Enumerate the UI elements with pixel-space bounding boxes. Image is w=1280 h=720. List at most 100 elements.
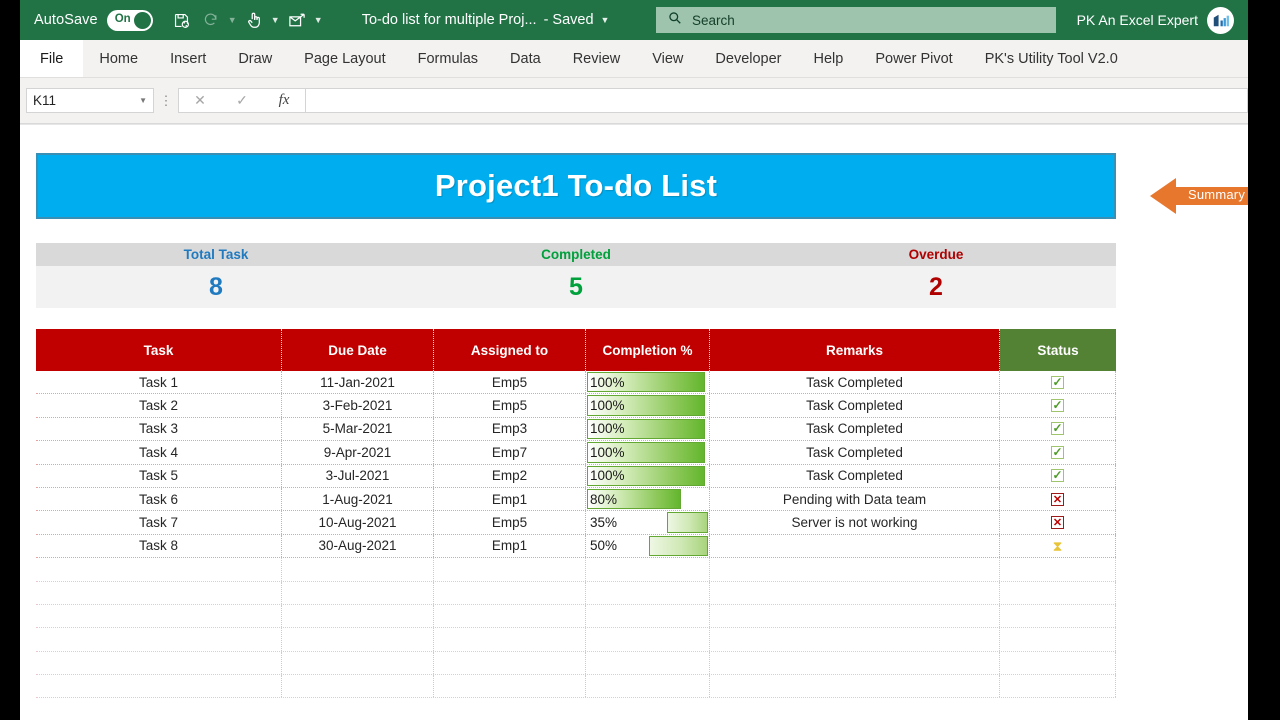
cell-assigned-to[interactable]: Emp1	[434, 534, 586, 558]
redo-dropdown-caret-icon[interactable]: ▼	[227, 15, 238, 25]
table-row[interactable]: Task 4 9-Apr-2021 Emp7 100% Task Completed ✓	[36, 441, 1116, 465]
cell-due-date[interactable]: 3-Feb-2021	[282, 394, 434, 417]
cell-due-date[interactable]: 10-Aug-2021	[282, 511, 434, 534]
tab-file[interactable]: File	[20, 40, 84, 77]
empty-cell[interactable]	[434, 604, 586, 628]
empty-cell[interactable]	[1000, 581, 1116, 604]
cell-assigned-to[interactable]: Emp5	[434, 371, 586, 394]
autosave-toggle[interactable]: On	[106, 9, 153, 31]
empty-cell[interactable]	[36, 581, 282, 604]
account-area[interactable]: PK An Excel Expert	[1077, 0, 1234, 40]
cell-task[interactable]: Task 1	[36, 371, 282, 394]
empty-table-row[interactable]	[36, 675, 1116, 699]
empty-cell[interactable]	[586, 581, 710, 604]
cell-assigned-to[interactable]: Emp7	[434, 441, 586, 464]
cell-remarks[interactable]: Task Completed	[710, 371, 1000, 394]
tab-data[interactable]: Data	[494, 40, 557, 77]
name-box[interactable]: K11 ▼	[26, 88, 154, 113]
cell-due-date[interactable]: 11-Jan-2021	[282, 371, 434, 394]
empty-cell[interactable]	[36, 604, 282, 628]
cell-remarks[interactable]: Task Completed	[710, 394, 1000, 417]
empty-cell[interactable]	[282, 628, 434, 651]
table-row[interactable]: Task 5 3-Jul-2021 Emp2 100% Task Completed ✓	[36, 464, 1116, 488]
empty-table-row[interactable]	[36, 651, 1116, 676]
cell-assigned-to[interactable]: Emp2	[434, 464, 586, 487]
empty-cell[interactable]	[434, 675, 586, 698]
empty-cell[interactable]	[710, 558, 1000, 581]
empty-cell[interactable]	[710, 651, 1000, 675]
cell-task[interactable]: Task 5	[36, 464, 282, 487]
empty-cell[interactable]	[36, 628, 282, 651]
column-header-completion[interactable]: Completion %	[586, 329, 710, 371]
empty-cell[interactable]	[710, 675, 1000, 698]
tab-view[interactable]: View	[636, 40, 699, 77]
empty-cell[interactable]	[586, 675, 710, 698]
empty-table-row[interactable]	[36, 558, 1116, 582]
column-header-task[interactable]: Task	[36, 329, 282, 371]
empty-cell[interactable]	[36, 675, 282, 698]
cell-remarks[interactable]: Task Completed	[710, 417, 1000, 441]
empty-cell[interactable]	[282, 651, 434, 675]
save-icon[interactable]	[169, 7, 195, 33]
empty-table-row[interactable]	[36, 604, 1116, 629]
column-header-remarks[interactable]: Remarks	[710, 329, 1000, 371]
worksheet-grid[interactable]: Project1 To-do List Summary Total Task C…	[20, 124, 1248, 719]
column-header-assigned-to[interactable]: Assigned to	[434, 329, 586, 371]
cell-status[interactable]: ✓	[1000, 441, 1116, 464]
formula-input[interactable]	[305, 88, 1248, 113]
avatar[interactable]	[1207, 6, 1234, 34]
cell-status[interactable]: ✓	[1000, 371, 1116, 394]
empty-cell[interactable]	[434, 581, 586, 604]
empty-cell[interactable]	[710, 581, 1000, 604]
cell-status[interactable]: ✕	[1000, 487, 1116, 511]
column-header-due-date[interactable]: Due Date	[282, 329, 434, 371]
empty-cell[interactable]	[282, 581, 434, 604]
table-row[interactable]: Task 2 3-Feb-2021 Emp5 100% Task Completed ✓	[36, 394, 1116, 418]
summary-button[interactable]: Summary	[1150, 176, 1248, 216]
tab-help[interactable]: Help	[798, 40, 860, 77]
cell-completion[interactable]: 100%	[586, 394, 710, 417]
formula-bar-handle[interactable]: ⋮	[154, 93, 178, 109]
cell-assigned-to[interactable]: Emp5	[434, 511, 586, 534]
empty-table-row[interactable]	[36, 581, 1116, 605]
cell-task[interactable]: Task 7	[36, 511, 282, 534]
cancel-formula-icon[interactable]: ✕	[179, 92, 221, 109]
table-row[interactable]: Task 6 1-Aug-2021 Emp1 80% Pending with Data…	[36, 487, 1116, 512]
autosave-control[interactable]: AutoSave On	[34, 9, 153, 31]
cell-due-date[interactable]: 1-Aug-2021	[282, 487, 434, 511]
empty-cell[interactable]	[1000, 675, 1116, 698]
cell-due-date[interactable]: 5-Mar-2021	[282, 417, 434, 441]
cell-completion[interactable]: 100%	[586, 441, 710, 464]
cell-task[interactable]: Task 8	[36, 534, 282, 558]
cell-task[interactable]: Task 2	[36, 394, 282, 417]
redo-icon[interactable]	[198, 7, 224, 33]
cell-task[interactable]: Task 6	[36, 487, 282, 511]
touch-mode-dropdown-caret-icon[interactable]: ▼	[270, 15, 281, 25]
cell-completion[interactable]: 50%	[586, 534, 710, 558]
table-row[interactable]: Task 8 30-Aug-2021 Emp1 50% ⧗	[36, 534, 1116, 559]
cell-remarks[interactable]: Task Completed	[710, 464, 1000, 487]
cell-assigned-to[interactable]: Emp1	[434, 487, 586, 511]
tab-developer[interactable]: Developer	[699, 40, 797, 77]
cell-completion[interactable]: 100%	[586, 371, 710, 394]
cell-due-date[interactable]: 30-Aug-2021	[282, 534, 434, 558]
empty-cell[interactable]	[36, 651, 282, 675]
cell-remarks[interactable]: Pending with Data team	[710, 487, 1000, 511]
tab-page-layout[interactable]: Page Layout	[288, 40, 401, 77]
cell-status[interactable]: ✕	[1000, 511, 1116, 534]
tab-power-pivot[interactable]: Power Pivot	[859, 40, 968, 77]
cell-completion[interactable]: 80%	[586, 487, 710, 511]
document-title-area[interactable]: To-do list for multiple Proj... - Saved …	[362, 12, 610, 28]
empty-cell[interactable]	[434, 558, 586, 581]
search-input[interactable]: Search	[656, 7, 1056, 33]
send-email-icon[interactable]	[284, 7, 310, 33]
empty-cell[interactable]	[586, 628, 710, 651]
empty-cell[interactable]	[1000, 604, 1116, 628]
cell-completion[interactable]: 35%	[586, 511, 710, 534]
cell-task[interactable]: Task 4	[36, 441, 282, 464]
cell-status[interactable]: ✓	[1000, 417, 1116, 441]
cell-due-date[interactable]: 3-Jul-2021	[282, 464, 434, 487]
cell-due-date[interactable]: 9-Apr-2021	[282, 441, 434, 464]
empty-cell[interactable]	[1000, 651, 1116, 675]
tab-draw[interactable]: Draw	[222, 40, 288, 77]
